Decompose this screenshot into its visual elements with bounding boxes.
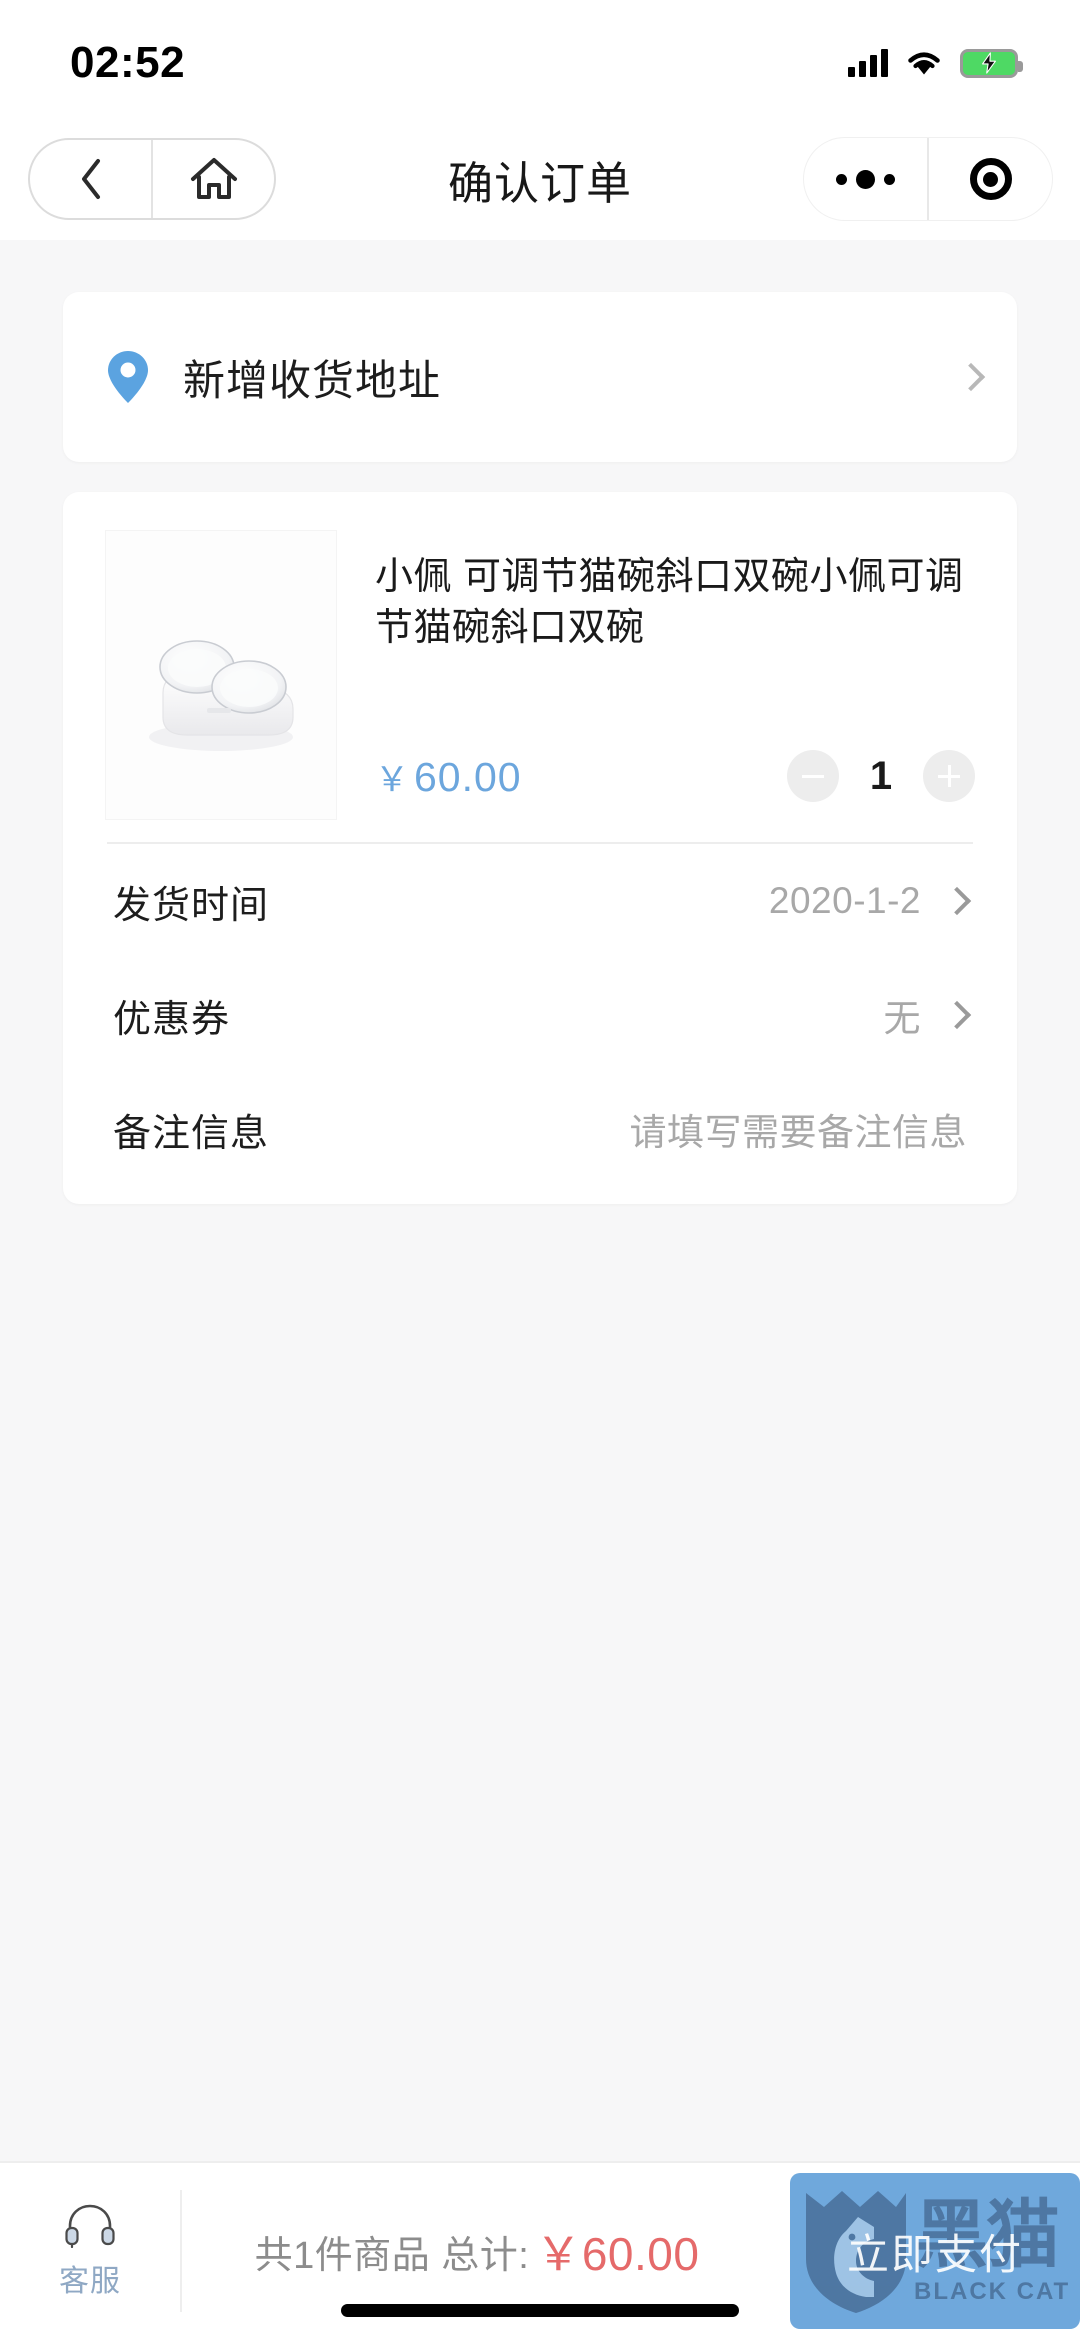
address-label: 新增收货地址	[183, 356, 442, 404]
cat-bowl-product-image	[149, 640, 294, 751]
customer-service-label: 客服	[59, 2265, 121, 2298]
total-price-value: 60.00	[581, 2228, 700, 2280]
price-value: 60.00	[414, 753, 522, 800]
increase-quantity-button[interactable]	[923, 750, 975, 802]
home-indicator[interactable]	[341, 2304, 739, 2317]
close-miniprogram-button[interactable]	[929, 138, 1052, 220]
plus-icon-vertical	[947, 765, 951, 787]
product-title: 小佩 可调节猫碗斜口双碗小佩可调节猫碗斜口双碗	[375, 556, 964, 649]
order-content: 新增收货地址 小佩 可调节猫碗斜口双碗小佩可调节猫碗斜口双碗 ￥60.00 1 …	[0, 240, 1080, 2161]
detail-label: 优惠券	[113, 998, 231, 1041]
mobile-screen: 02:52 确认订单 新增收货地址 小佩 可调节猫碗斜口双碗小佩可调节猫碗斜口双…	[0, 0, 1080, 2339]
pay-now-button[interactable]: 立即支付 黑猫 BLACK CAT	[790, 2173, 1080, 2329]
more-menu-button[interactable]	[804, 138, 929, 220]
nav-bar: 确认订单	[0, 118, 1080, 240]
status-bar: 02:52	[0, 0, 1080, 118]
detail-label: 备注信息	[113, 1112, 270, 1155]
chevron-right-icon	[956, 362, 986, 392]
detail-value: 无	[883, 998, 921, 1039]
detail-value: 2020-1-2	[768, 880, 921, 921]
product-thumbnail[interactable]	[105, 530, 337, 820]
more-dots-icon	[836, 169, 895, 189]
product-price: ￥60.00	[375, 752, 522, 801]
pay-now-label: 立即支付	[846, 2230, 1023, 2278]
minus-icon	[802, 774, 824, 778]
status-time: 02:52	[70, 38, 186, 87]
remark-input-placeholder[interactable]: 请填写需要备注信息	[630, 1102, 968, 1156]
total-currency-symbol: ￥	[535, 2228, 582, 2280]
order-total: 共1件商品 总计: ￥60.00	[182, 2218, 790, 2284]
detail-row-shipping-time[interactable]: 发货时间 2020-1-2	[105, 844, 975, 958]
headset-icon	[65, 2204, 115, 2248]
quantity-value: 1	[869, 753, 893, 798]
battery-charging-icon	[960, 48, 1023, 78]
detail-label: 发货时间	[113, 884, 270, 927]
product-info: 小佩 可调节猫碗斜口双碗小佩可调节猫碗斜口双碗 ￥60.00 1	[375, 530, 975, 820]
detail-row-remark[interactable]: 备注信息 请填写需要备注信息	[105, 1072, 975, 1186]
product-card: 小佩 可调节猫碗斜口双碗小佩可调节猫碗斜口双碗 ￥60.00 1 发货时间 20…	[63, 492, 1017, 1204]
watermark-en: BLACK CAT	[914, 2278, 1071, 2305]
currency-symbol: ￥	[375, 760, 410, 799]
quantity-stepper: 1	[787, 750, 975, 802]
status-icons	[848, 48, 1023, 78]
signal-bars-icon	[848, 49, 888, 77]
chevron-right-icon	[942, 1000, 972, 1030]
target-circle-icon	[969, 158, 1012, 200]
wifi-icon	[908, 52, 940, 75]
customer-service-button[interactable]: 客服	[0, 2190, 182, 2312]
product-row: 小佩 可调节猫碗斜口双碗小佩可调节猫碗斜口双碗 ￥60.00 1	[105, 530, 975, 820]
nav-capsule-right	[804, 138, 1052, 220]
product-price-row: ￥60.00 1	[375, 750, 975, 820]
total-text: 共1件商品 总计:	[254, 2234, 530, 2277]
decrease-quantity-button[interactable]	[787, 750, 839, 802]
total-price: ￥60.00	[535, 2218, 699, 2284]
chevron-right-icon	[942, 886, 972, 916]
detail-row-coupon[interactable]: 优惠券 无	[105, 958, 975, 1072]
location-pin-icon	[108, 351, 148, 403]
address-card[interactable]: 新增收货地址	[63, 292, 1017, 462]
